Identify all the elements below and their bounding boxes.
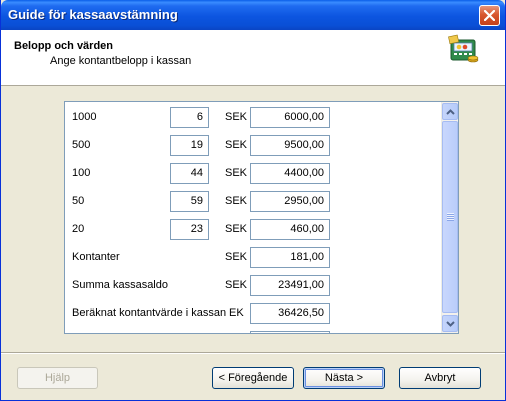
quantity-field[interactable]: 19 [170,135,209,156]
denomination-label: 50 [72,195,85,207]
calculated-cash-field: 36426,50 [250,303,330,324]
scrollbar-thumb[interactable] [442,121,458,313]
window-title: Guide för kassaavstämning [8,7,178,22]
close-button[interactable] [479,5,500,26]
amounts-list[interactable]: 1000 6 SEK 6000,00 500 19 SEK 9500,00 10… [64,101,459,334]
summary-label-cash: Kontanter [72,251,120,263]
quantity-field[interactable]: 6 [170,107,209,128]
amount-field [250,331,330,333]
cash-register-icon [448,34,479,63]
total-balance-field: 23491,00 [250,275,330,296]
summary-label-total: Summa kassasaldo [72,279,168,291]
page-subtitle: Ange kontantbelopp i kassan [50,55,192,67]
footer-divider [1,352,505,354]
summary-label-calculated: Beräknat kontantvärde i kassan [72,307,227,319]
denomination-label: 500 [72,139,91,151]
currency-label: SEK [225,279,248,291]
quantity-field[interactable]: 59 [170,191,209,212]
currency-label: SEK [225,139,248,151]
next-button[interactable]: Nästa > [303,367,385,389]
scroll-up-button[interactable] [442,103,458,120]
currency-label: SEK [225,167,248,179]
denomination-label: 100 [72,167,91,179]
denomination-label: 1000 [72,111,97,123]
close-icon [484,10,495,21]
scroll-down-button[interactable] [442,315,458,332]
amount-field: 2950,00 [250,191,330,212]
currency-label: SEK [225,223,248,235]
cancel-button[interactable]: Avbryt [399,367,481,389]
back-button[interactable]: < Föregående [212,367,294,389]
amount-field: 4400,00 [250,163,330,184]
amount-field: 6000,00 [250,107,330,128]
grip-icon [447,213,454,221]
denomination-label: 20 [72,223,85,235]
amount-field: 9500,00 [250,135,330,156]
currency-label: SEK [225,195,248,207]
currency-label: SEK [225,111,248,123]
content-area: 1000 6 SEK 6000,00 500 19 SEK 9500,00 10… [1,87,505,346]
help-button[interactable]: Hjälp [17,367,98,389]
page-title: Belopp och värden [14,40,114,52]
wizard-header: Belopp och värden Ange kontantbelopp i k… [1,30,505,86]
vertical-scrollbar[interactable] [441,102,458,333]
cash-amount-field: 181,00 [250,247,330,268]
title-bar[interactable]: Guide för kassaavstämning [1,0,505,30]
quantity-field[interactable]: 44 [170,163,209,184]
quantity-field[interactable]: 23 [170,219,209,240]
currency-label: EK [229,307,244,319]
amount-field: 460,00 [250,219,330,240]
wizard-window: Guide för kassaavstämning Belopp och vär… [0,0,506,401]
chevron-up-icon [445,108,455,115]
currency-label: SEK [225,251,248,263]
chevron-down-icon [445,320,455,327]
